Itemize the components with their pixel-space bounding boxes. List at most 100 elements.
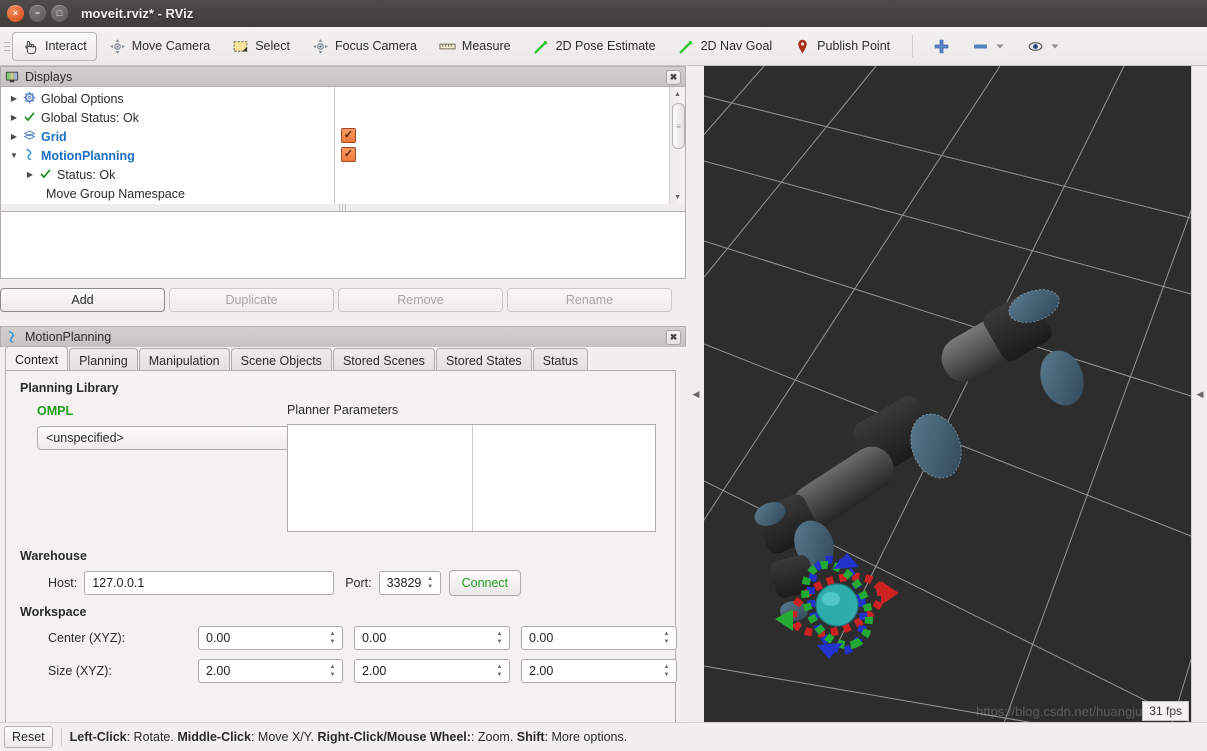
- tab-label: Context: [15, 352, 59, 367]
- window-controls: × − □: [7, 5, 68, 22]
- tool-2d-nav-goal[interactable]: 2D Nav Goal: [668, 32, 783, 61]
- minimize-window-button[interactable]: −: [29, 5, 46, 22]
- chevron-down-icon[interactable]: [995, 41, 1005, 51]
- collapse-right-icon[interactable]: ◀: [1197, 389, 1204, 400]
- motion-planning-panel-title: MotionPlanning: [25, 330, 112, 344]
- tab-planning[interactable]: Planning: [69, 348, 138, 372]
- size-y-input[interactable]: 2.00 ▲ ▼: [354, 659, 510, 683]
- left-splitter[interactable]: ◀: [688, 66, 704, 723]
- motionplanning-enabled-checkbox[interactable]: ✓: [341, 147, 356, 162]
- toolbar-separator: [912, 35, 914, 57]
- tree-item-motionplanning[interactable]: ▼ MotionPlanning: [1, 146, 334, 165]
- toolbar-drag-handle[interactable]: [2, 34, 12, 58]
- center-y-input[interactable]: 0.00 ▲ ▼: [354, 626, 510, 650]
- gear-icon: [21, 91, 37, 107]
- green-arrow-icon: [679, 39, 693, 54]
- tool-interact[interactable]: Interact: [12, 31, 97, 61]
- tool-measure[interactable]: Measure: [429, 32, 521, 61]
- check-icon: [21, 110, 37, 126]
- host-input[interactable]: 127.0.0.1: [84, 571, 335, 595]
- connect-button[interactable]: Connect: [448, 570, 522, 596]
- planner-parameters-table[interactable]: [287, 424, 656, 532]
- tab-manipulation[interactable]: Manipulation: [138, 348, 230, 372]
- tab-context[interactable]: Context: [5, 346, 69, 372]
- tool-remove-display[interactable]: [962, 32, 1015, 61]
- expand-arrow-icon[interactable]: ▶: [7, 94, 21, 103]
- size-z-input[interactable]: 2.00 ▲ ▼: [521, 659, 677, 683]
- map-pin-icon: [798, 39, 807, 53]
- collapse-left-icon[interactable]: ◀: [693, 389, 700, 400]
- displays-button-row: Add Duplicate Remove Rename: [0, 288, 686, 312]
- tree-item-global-options[interactable]: ▶ Global Options: [1, 89, 334, 108]
- close-window-button[interactable]: ×: [7, 5, 24, 22]
- maximize-window-button[interactable]: □: [51, 5, 68, 22]
- tab-status[interactable]: Status: [532, 348, 589, 372]
- ompl-label: OMPL: [37, 404, 74, 418]
- tree-item-global-status[interactable]: ▶ Global Status: Ok: [1, 108, 334, 127]
- center-x-input[interactable]: 0.00 ▲ ▼: [198, 626, 343, 650]
- scroll-down-icon[interactable]: ▼: [671, 191, 684, 204]
- tab-stored-scenes[interactable]: Stored Scenes: [332, 348, 435, 372]
- tool-add-display[interactable]: [923, 32, 960, 61]
- planning-library-title: Planning Library: [20, 381, 119, 395]
- size-z-value: 2.00: [529, 664, 554, 678]
- duplicate-display-button[interactable]: Duplicate: [169, 288, 334, 312]
- displays-tree[interactable]: ▶ Global Options ▶ Global Status: Ok ▶ G…: [0, 86, 686, 206]
- minimize-icon: −: [34, 8, 41, 18]
- tree-item-status[interactable]: ▶ Status: Ok: [1, 165, 334, 184]
- warehouse-host-row: Host: 127.0.0.1 Port: 33829 ▲ ▼ Connect: [48, 570, 522, 596]
- displays-splitter[interactable]: |||: [0, 204, 686, 211]
- reset-button[interactable]: Reset: [4, 726, 53, 748]
- displays-panel-close-button[interactable]: ✖: [666, 69, 681, 85]
- tab-stored-states[interactable]: Stored States: [435, 348, 532, 372]
- tree-item-move-group-namespace[interactable]: Move Group Namespace: [1, 184, 334, 203]
- tool-move-camera[interactable]: Move Camera: [99, 32, 221, 61]
- scrollbar-thumb[interactable]: ≡: [672, 103, 685, 149]
- tool-visibility[interactable]: [1017, 32, 1070, 61]
- tool-select[interactable]: Select: [222, 32, 300, 61]
- planner-select[interactable]: <unspecified> ▲▼: [37, 426, 303, 450]
- hand-cursor-icon: [25, 40, 37, 54]
- tree-item-label: Move Group Namespace: [46, 186, 185, 201]
- scroll-up-icon[interactable]: ▲: [671, 88, 684, 101]
- right-splitter[interactable]: ◀: [1191, 66, 1207, 723]
- tab-label: Scene Objects: [240, 353, 322, 368]
- center-z-input[interactable]: 0.00 ▲ ▼: [521, 626, 677, 650]
- size-x-input[interactable]: 2.00 ▲ ▼: [198, 659, 343, 683]
- hint-part: Left-Click: [69, 730, 127, 744]
- render-view-3d[interactable]: https://blog.csdn.net/huangjunsheng 31 f…: [704, 66, 1191, 723]
- tool-2d-pose-estimate[interactable]: 2D Pose Estimate: [523, 32, 666, 61]
- chevron-down-icon[interactable]: [1050, 41, 1060, 51]
- spinner-arrows-icon[interactable]: ▲▼: [425, 576, 436, 590]
- collapse-arrow-icon[interactable]: ▼: [7, 151, 21, 160]
- tree-item-label: Global Status: Ok: [41, 110, 139, 125]
- expand-arrow-icon[interactable]: ▶: [7, 132, 21, 141]
- tab-scene-objects[interactable]: Scene Objects: [230, 348, 332, 372]
- spinner-arrows-icon[interactable]: ▲▼: [494, 664, 505, 678]
- planner-select-value: <unspecified>: [46, 431, 124, 445]
- spinner-arrows-icon[interactable]: ▲▼: [661, 631, 672, 645]
- select-rect-icon: [233, 40, 248, 52]
- spinner-arrows-icon[interactable]: ▲▼: [327, 631, 338, 645]
- tool-focus-camera[interactable]: Focus Camera: [302, 32, 427, 61]
- port-input[interactable]: 33829 ▲ ▼: [378, 571, 441, 595]
- tool-publish-point[interactable]: Publish Point: [784, 32, 900, 61]
- spinner-arrows-icon[interactable]: ▲▼: [661, 664, 672, 678]
- tree-item-grid[interactable]: ▶ Grid: [1, 127, 334, 146]
- motion-planning-panel-close-button[interactable]: ✖: [666, 329, 681, 345]
- displays-scrollbar[interactable]: ▲ ≡ ▼: [669, 87, 685, 205]
- expand-arrow-icon[interactable]: ▶: [7, 113, 21, 122]
- workspace-title: Workspace: [20, 605, 87, 619]
- expand-arrow-icon[interactable]: ▶: [23, 170, 37, 179]
- button-label: Remove: [397, 293, 444, 307]
- focus-camera-icon: [313, 38, 328, 54]
- spinner-arrows-icon[interactable]: ▲▼: [494, 631, 505, 645]
- rename-display-button[interactable]: Rename: [507, 288, 672, 312]
- grid-enabled-checkbox[interactable]: ✓: [341, 128, 356, 143]
- spinner-arrows-icon[interactable]: ▲▼: [327, 664, 338, 678]
- add-display-button[interactable]: Add: [0, 288, 165, 312]
- remove-display-button[interactable]: Remove: [338, 288, 503, 312]
- hint-part: Middle-Click: [177, 730, 251, 744]
- scene-canvas: [704, 66, 1191, 723]
- hint-part: : Move X/Y.: [250, 730, 318, 744]
